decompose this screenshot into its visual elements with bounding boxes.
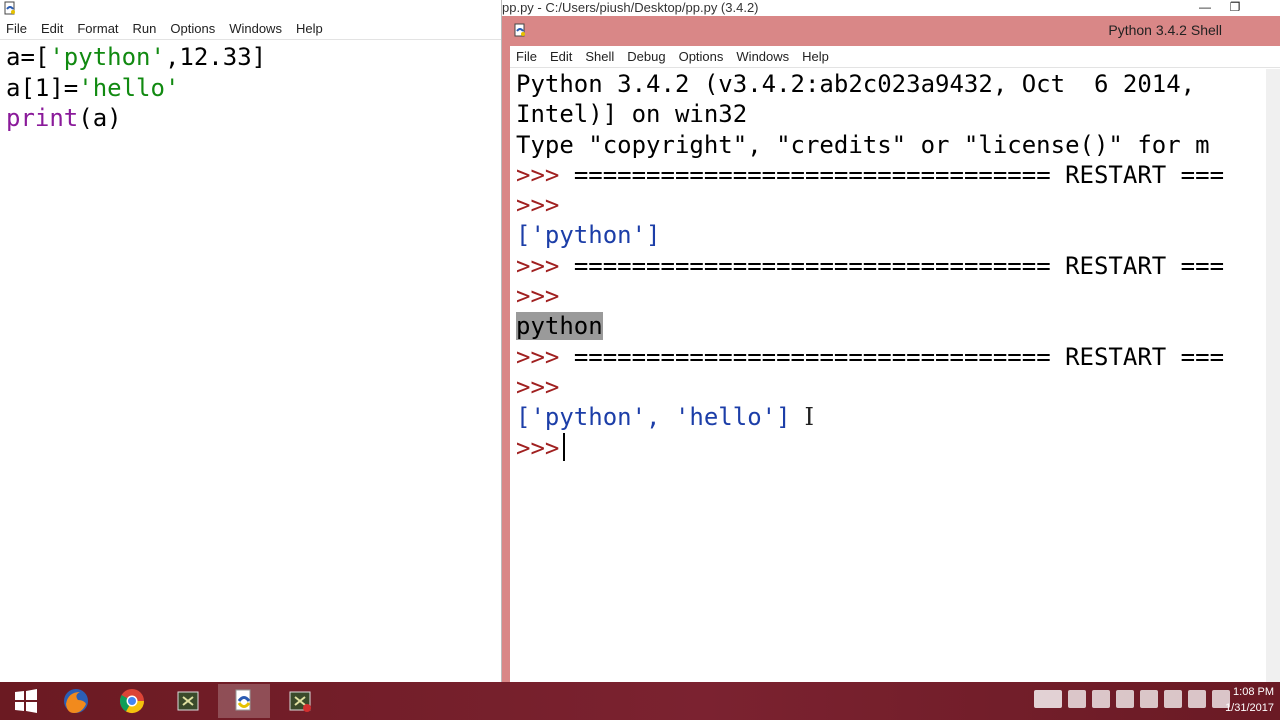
menu-file[interactable]: File [516,49,537,64]
clock-date: 1/31/2017 [1225,702,1274,714]
menu-format[interactable]: Format [77,21,118,36]
firefox-icon [64,689,88,713]
menu-help[interactable]: Help [802,49,829,64]
taskbar-chrome[interactable] [106,684,158,718]
input-prompt-line[interactable]: >>> [516,432,1280,463]
clock-time: 1:08 PM [1233,686,1274,698]
menu-run[interactable]: Run [133,21,157,36]
network-icon[interactable] [1092,690,1110,708]
python-idle-icon [4,1,15,15]
idle-icon [289,691,311,712]
keyboard-icon[interactable] [1034,690,1062,708]
editor-window: File Edit Format Run Options Windows Hel… [0,0,502,682]
pen-icon[interactable] [1116,690,1134,708]
shell-scrollbar[interactable] [1266,69,1280,682]
battery-icon[interactable] [1188,690,1206,708]
windows-start-icon [15,689,37,713]
action-center-icon[interactable] [1068,690,1086,708]
output-line: python [516,311,1280,341]
banner-line: Type "copyright", "credits" or "license(… [516,130,1210,159]
shell-console[interactable]: Python 3.4.2 (v3.4.2:ab2c023a9432, Oct 6… [516,69,1280,682]
volume-icon[interactable] [1140,690,1158,708]
taskbar-python[interactable] [218,684,270,718]
code-line: a[1]='hello' [6,73,180,102]
prompt-line: >>> [516,372,560,401]
shell-window-frame: pp.py - C:/Users/piush/Desktop/pp.py (3.… [502,0,1280,682]
shell-titlebar: Python 3.4.2 Shell [510,16,1280,46]
banner-line: Intel)] on win32 [516,100,748,129]
flag-icon[interactable] [1164,690,1182,708]
taskbar-clock[interactable]: 1:08 PM 1/31/2017 [1225,684,1274,716]
python-idle-icon [514,23,525,37]
editor-code-area[interactable]: a=['python',12.33] a[1]='hello' print(a) [6,42,266,134]
editor-menubar: File Edit Format Run Options Windows Hel… [0,18,501,40]
shell-menubar: File Edit Shell Debug Options Windows He… [510,46,1280,68]
output-line: ['python'] [516,221,661,250]
taskbar-idle-2[interactable] [274,684,326,718]
editor-titlebar [0,0,501,16]
banner-line: Python 3.4.2 (v3.4.2:ab2c023a9432, Oct 6… [516,70,1196,98]
minimize-icon[interactable]: — [1190,0,1220,16]
prompt-line: >>> [516,191,560,220]
taskbar: 1:08 PM 1/31/2017 [0,682,1280,720]
menu-debug[interactable]: Debug [627,49,665,64]
menu-file[interactable]: File [6,21,27,36]
python-shell-window: Python 3.4.2 Shell File Edit Shell Debug… [510,16,1280,682]
selected-text: python [516,312,603,341]
restart-line: >>> ================================= RE… [516,160,1225,189]
menu-shell[interactable]: Shell [585,49,614,64]
taskbar-firefox[interactable] [50,684,102,718]
ibeam-cursor-icon: I [804,403,815,432]
text-caret [563,432,566,461]
code-line: print(a) [6,104,122,132]
menu-edit[interactable]: Edit [41,21,63,36]
start-button[interactable] [0,684,52,718]
window-controls: — ❐ [1190,0,1280,16]
prompt-line: >>> [516,282,560,311]
shell-title: Python 3.4.2 Shell [1108,22,1222,38]
menu-windows[interactable]: Windows [736,49,789,64]
output-line: ['python', 'hello'] I [516,403,815,432]
menu-help[interactable]: Help [296,21,323,36]
restart-line: >>> ================================= RE… [516,342,1225,371]
restart-line: >>> ================================= RE… [516,251,1225,280]
editor-window-title: pp.py - C:/Users/piush/Desktop/pp.py (3.… [502,0,1280,16]
menu-options[interactable]: Options [679,49,724,64]
idle-icon [177,691,199,711]
system-tray [1034,690,1230,708]
menu-windows[interactable]: Windows [229,21,282,36]
menu-edit[interactable]: Edit [550,49,572,64]
maximize-icon[interactable]: ❐ [1220,0,1250,16]
taskbar-idle-1[interactable] [162,684,214,718]
close-icon[interactable] [1250,0,1280,16]
python-icon [235,689,251,711]
menu-options[interactable]: Options [170,21,215,36]
chrome-icon [119,689,144,714]
code-line: a=['python',12.33] [6,43,267,71]
